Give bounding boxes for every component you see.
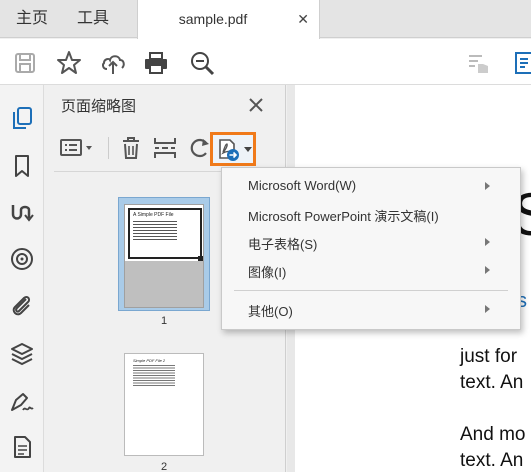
attachment-icon[interactable] [9, 292, 35, 318]
tab-tools[interactable]: 工具 [77, 0, 109, 38]
document-text-line: text. An [460, 450, 524, 471]
document-text-line: And mo [460, 424, 526, 445]
menu-item-powerpoint[interactable]: Microsoft PowerPoint 演示文稿(I) [222, 202, 520, 228]
menu-item-label: Microsoft PowerPoint 演示文稿(I) [248, 209, 439, 224]
chevron-down-icon [244, 147, 252, 152]
tab-document-title: sample.pdf [178, 11, 248, 27]
rotate-icon[interactable] [186, 135, 212, 161]
menu-item-image[interactable]: 图像(I) [222, 258, 520, 284]
menu-item-label: Microsoft Word(W) [248, 178, 357, 193]
delete-icon[interactable] [118, 135, 144, 161]
cloud-upload-icon[interactable] [100, 50, 126, 76]
layers-icon[interactable] [9, 341, 35, 367]
target-icon[interactable] [9, 246, 35, 272]
print-icon[interactable] [143, 50, 169, 76]
thumbnail-page-1-image: A Simple PDF File [124, 204, 204, 308]
left-nav [0, 85, 44, 472]
page-thumbnails-icon[interactable] [9, 105, 35, 131]
thumbnail-page-1[interactable]: A Simple PDF File [118, 197, 210, 311]
thumbnail-resize-handle[interactable] [198, 256, 203, 261]
thumbnail-page-2-number: 2 [160, 461, 168, 472]
thumbnail-page-1-text [133, 221, 177, 241]
menu-item-word[interactable]: Microsoft Word(W) [222, 174, 520, 200]
menu-item-spreadsheet[interactable]: 电子表格(S) [222, 230, 520, 256]
export-page-icon [219, 139, 239, 161]
link-icon[interactable] [9, 199, 35, 225]
tab-close-icon[interactable]: ✕ [297, 0, 309, 38]
insert-page-icon[interactable] [152, 135, 178, 161]
thumbnail-page-1-heading: A Simple PDF File [133, 212, 174, 218]
thumbnail-visible-region: A Simple PDF File [125, 205, 203, 261]
save-icon[interactable] [12, 50, 38, 76]
panel-title: 页面缩略图 [61, 98, 137, 115]
menu-item-other[interactable]: 其他(O) [222, 297, 520, 323]
thumbnail-page-2-heading: Simple PDF File 2 [133, 358, 166, 363]
toolbar-divider [108, 137, 109, 159]
export-menu: Microsoft Word(W) Microsoft PowerPoint 演… [221, 167, 521, 330]
tab-document[interactable]: sample.pdf ✕ [137, 0, 320, 39]
thumbnail-page-2[interactable]: Simple PDF File 2 [124, 353, 204, 456]
document-text-line: just for [460, 346, 518, 367]
submenu-arrow-icon [485, 266, 490, 274]
read-aloud-icon[interactable] [466, 50, 492, 76]
document-text-line: text. An [460, 372, 524, 393]
signature-icon[interactable] [9, 388, 35, 414]
bookmark-icon[interactable] [9, 153, 35, 179]
submenu-arrow-icon [485, 238, 490, 246]
tab-bar: 主页 工具 sample.pdf ✕ [0, 0, 531, 39]
submenu-arrow-icon [485, 305, 490, 313]
star-icon[interactable] [56, 50, 82, 76]
thumbnail-page-1-number: 1 [160, 315, 168, 327]
menu-item-label: 图像(I) [248, 265, 287, 280]
document-icon[interactable] [9, 434, 35, 460]
menu-item-label: 其他(O) [248, 304, 293, 319]
submenu-arrow-icon [485, 182, 490, 190]
tab-home[interactable]: 主页 [16, 0, 48, 38]
menu-item-label: 电子表格(S) [248, 237, 318, 252]
menu-separator [234, 290, 508, 291]
zoom-out-icon[interactable] [189, 50, 215, 76]
thumbnail-options-icon[interactable] [58, 135, 96, 161]
export-button[interactable] [210, 132, 256, 166]
export-pdf-icon[interactable] [512, 50, 531, 76]
thumbnail-page-2-text [133, 365, 175, 387]
panel-close-icon[interactable] [246, 95, 266, 115]
toolbar [0, 39, 531, 85]
